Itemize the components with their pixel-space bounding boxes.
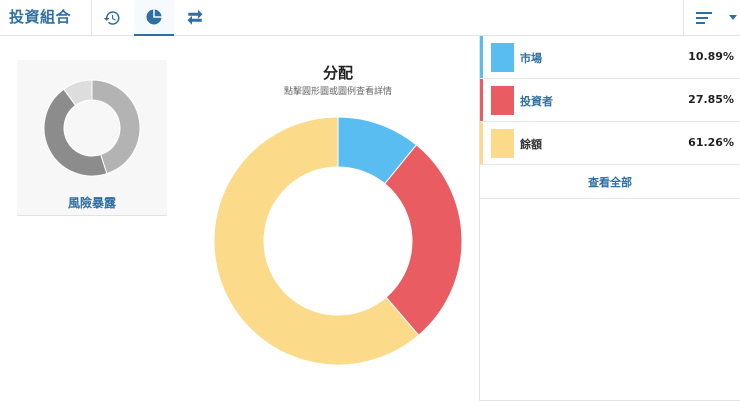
legend-accent bbox=[480, 36, 483, 78]
chart-title: 分配 bbox=[322, 64, 353, 82]
risk-exposure-link[interactable]: 風險暴露 bbox=[17, 194, 167, 211]
chart-subtitle: 點擊圓形圖或圖例查看詳情 bbox=[283, 87, 392, 97]
legend-swatch bbox=[491, 43, 514, 72]
slice-investor[interactable] bbox=[384, 144, 463, 336]
allocation-donut-chart[interactable] bbox=[212, 115, 464, 367]
page-title: 投資組合 bbox=[9, 8, 72, 26]
pie-chart-icon bbox=[146, 9, 162, 25]
legend-accent bbox=[480, 79, 483, 121]
top-bar: 投資組合 bbox=[0, 0, 740, 36]
legend-swatch bbox=[491, 86, 514, 115]
caret-down-icon bbox=[729, 15, 737, 20]
view-all-link[interactable]: 查看全部 bbox=[480, 165, 740, 199]
legend-swatch bbox=[491, 129, 514, 158]
legend-label: 市場 bbox=[520, 52, 542, 65]
legend-value: 61.26% bbox=[688, 136, 734, 149]
list-menu-icon bbox=[696, 12, 712, 24]
legend-value: 27.85% bbox=[688, 93, 734, 106]
transfer-icon bbox=[187, 9, 203, 25]
history-icon bbox=[103, 11, 120, 25]
risk-exposure-card[interactable]: 風險暴露 bbox=[17, 60, 167, 216]
portfolio-app: 投資組合 風險暴露 分配 點擊圓形圖或圖例查看詳情 市場 10.89% 投資者 … bbox=[0, 0, 740, 401]
tab-transfer[interactable] bbox=[175, 0, 215, 36]
legend-value: 10.89% bbox=[688, 50, 734, 63]
legend-label: 投資者 bbox=[520, 95, 553, 108]
tab-allocation[interactable] bbox=[134, 0, 174, 36]
legend-item-investor[interactable]: 投資者 27.85% bbox=[480, 79, 740, 122]
menu-dropdown-button[interactable] bbox=[726, 0, 740, 36]
legend-accent bbox=[480, 122, 483, 164]
legend-item-market[interactable]: 市場 10.89% bbox=[480, 36, 740, 79]
list-menu-button[interactable] bbox=[684, 0, 724, 36]
tab-history[interactable] bbox=[92, 0, 132, 36]
risk-donut-chart bbox=[43, 79, 141, 177]
legend-label: 餘額 bbox=[520, 138, 542, 151]
legend-panel: 市場 10.89% 投資者 27.85% 餘額 61.26% 查看全部 bbox=[479, 36, 740, 401]
legend-item-balance[interactable]: 餘額 61.26% bbox=[480, 122, 740, 165]
